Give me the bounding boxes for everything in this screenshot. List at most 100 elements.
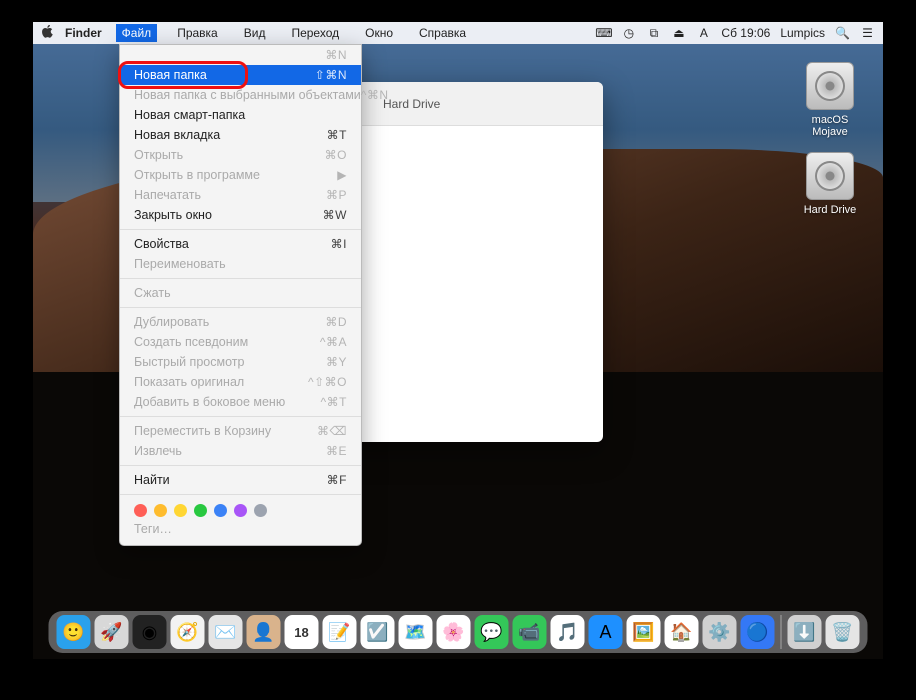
desktop: Hard Drive Finder Файл Правка Вид Переход Ок… — [33, 22, 883, 659]
desktop-drive-mojave[interactable]: macOS Mojave — [795, 62, 865, 138]
username[interactable]: Lumpics — [780, 26, 825, 40]
menu-item: Переместить в Корзину ⌘⌫ — [120, 421, 361, 441]
app-name[interactable]: Finder — [65, 26, 102, 40]
menu-item-shortcut: ⌘P — [326, 188, 347, 202]
dock-calendar-icon[interactable]: 18 — [285, 615, 319, 649]
menu-separator — [120, 307, 361, 308]
menu-item: Сжать — [120, 283, 361, 303]
menu-separator — [120, 465, 361, 466]
menu-item-label: Новая смарт-папка — [134, 108, 245, 122]
menu-item-label: Открыть — [134, 148, 183, 162]
tag-dot[interactable] — [134, 504, 147, 517]
keyboard-icon[interactable]: ⌨ — [596, 26, 611, 41]
menu-item-label: Переместить в Корзину — [134, 424, 271, 438]
dock-facetime-icon[interactable]: 📹 — [513, 615, 547, 649]
menu-правка[interactable]: Правка — [171, 24, 224, 42]
menu-item-shortcut: ⌘F — [327, 473, 347, 487]
language-icon[interactable]: A — [696, 26, 711, 41]
dock-preview-icon[interactable]: 🖼️ — [627, 615, 661, 649]
menu-item: Дублировать⌘D — [120, 312, 361, 332]
file-menu-dropdown: ⌘NНовая папка⇧⌘NНовая папка с выбранными… — [119, 44, 362, 546]
menu-item: Быстрый просмотр ⌘Y — [120, 352, 361, 372]
tag-colors — [120, 499, 361, 519]
clock[interactable]: Сб 19:06 — [721, 26, 770, 40]
menu-item-label: Напечатать — [134, 188, 201, 202]
menu-item-label: Закрыть окно — [134, 208, 212, 222]
menu-separator — [120, 494, 361, 495]
menu-item: Добавить в боковое меню ^⌘T — [120, 392, 361, 412]
dock-launchpad-icon[interactable]: 🚀 — [95, 615, 129, 649]
dock-appstore-icon[interactable]: A — [589, 615, 623, 649]
tag-dot[interactable] — [174, 504, 187, 517]
menu-item-shortcut: ⌘O — [325, 148, 347, 162]
dock-safari-icon[interactable]: 🧭 — [171, 615, 205, 649]
menubar: Finder Файл Правка Вид Переход Окно Справка ⌨… — [33, 22, 883, 44]
menu-справка[interactable]: Справка — [413, 24, 472, 42]
dock-mail-icon[interactable]: ✉️ — [209, 615, 243, 649]
drive-label: macOS Mojave — [795, 114, 865, 138]
search-icon[interactable]: 🔍 — [835, 26, 850, 41]
dock-downloads-icon[interactable]: ⬇️ — [788, 615, 822, 649]
menu-item: Показать оригинал^⇧⌘O — [120, 372, 361, 392]
menu-item-label: Создать псевдоним — [134, 335, 248, 349]
dock-maps-icon[interactable]: 🗺️ — [399, 615, 433, 649]
menu-item[interactable]: Новая вкладка⌘T — [120, 125, 361, 145]
desktop-drive-hard[interactable]: Hard Drive — [795, 152, 865, 216]
drive-icon — [806, 62, 854, 110]
menu-item-shortcut: ^⌘N — [361, 88, 389, 102]
menu-separator — [120, 416, 361, 417]
menu-окно[interactable]: Окно — [359, 24, 399, 42]
menu-item: Создать псевдоним ^⌘A — [120, 332, 361, 352]
menu-item-label: Быстрый просмотр — [134, 355, 244, 369]
dock-siri-icon[interactable]: ◉ — [133, 615, 167, 649]
menu-item: ⌘N — [120, 45, 361, 65]
dock-notes-icon[interactable]: 📝 — [323, 615, 357, 649]
tag-dot[interactable] — [154, 504, 167, 517]
menu-item-shortcut: ⌘I — [331, 237, 347, 251]
menu-вид[interactable]: Вид — [238, 24, 272, 42]
timemachine-icon[interactable]: ◷ — [621, 26, 636, 41]
menu-файл[interactable]: Файл — [116, 24, 158, 42]
menu-item[interactable]: Найти ⌘F — [120, 470, 361, 490]
menu-item: Открыть ⌘O — [120, 145, 361, 165]
menu-item[interactable]: Закрыть окно ⌘W — [120, 205, 361, 225]
dock-other-icon[interactable]: 🔵 — [741, 615, 775, 649]
dock-home-icon[interactable]: 🏠 — [665, 615, 699, 649]
menu-item[interactable]: Новая смарт-папка — [120, 105, 361, 125]
eject-icon[interactable]: ⏏ — [671, 26, 686, 41]
menu-item-label: Новая папка — [134, 68, 207, 82]
dock-trash-icon[interactable]: 🗑️ — [826, 615, 860, 649]
menu-item-label: Добавить в боковое меню — [134, 395, 285, 409]
menu-item-label: Найти — [134, 473, 170, 487]
control-center-icon[interactable]: ☰ — [860, 26, 875, 41]
dock-reminders-icon[interactable]: ☑️ — [361, 615, 395, 649]
menu-item-label: Теги… — [134, 522, 172, 536]
menu-item: Напечатать ⌘P — [120, 185, 361, 205]
tag-dot[interactable] — [254, 504, 267, 517]
menu-item-shortcut: ⌘Y — [326, 355, 347, 369]
menu-item-shortcut: ⌘W — [323, 208, 347, 222]
menu-item: Извлечь⌘E — [120, 441, 361, 461]
menu-item-shortcut: ^⌘T — [321, 395, 347, 409]
menu-переход[interactable]: Переход — [285, 24, 345, 42]
apple-menu-icon[interactable] — [41, 25, 55, 41]
tag-dot[interactable] — [194, 504, 207, 517]
dock-finder-icon[interactable]: 🙂 — [57, 615, 91, 649]
display-icon[interactable]: ⧉ — [646, 26, 661, 41]
menu-separator — [120, 278, 361, 279]
dock-messages-icon[interactable]: 💬 — [475, 615, 509, 649]
menu-item-shortcut: ⌘⌫ — [317, 424, 347, 438]
menu-item-label: Показать оригинал — [134, 375, 244, 389]
menu-item[interactable]: Новая папка⇧⌘N — [120, 65, 361, 85]
dock-itunes-icon[interactable]: 🎵 — [551, 615, 585, 649]
menu-item-label: Свойства — [134, 237, 189, 251]
dock-photos-icon[interactable]: 🌸 — [437, 615, 471, 649]
dock-settings-icon[interactable]: ⚙️ — [703, 615, 737, 649]
dock-contacts-icon[interactable]: 👤 — [247, 615, 281, 649]
menu-item[interactable]: Свойства ⌘I — [120, 234, 361, 254]
menu-item-tags: Теги… — [120, 519, 361, 539]
tag-dot[interactable] — [234, 504, 247, 517]
tag-dot[interactable] — [214, 504, 227, 517]
menu-item-shortcut: ^⌘A — [320, 335, 347, 349]
menu-item-shortcut: ⌘D — [325, 315, 347, 329]
